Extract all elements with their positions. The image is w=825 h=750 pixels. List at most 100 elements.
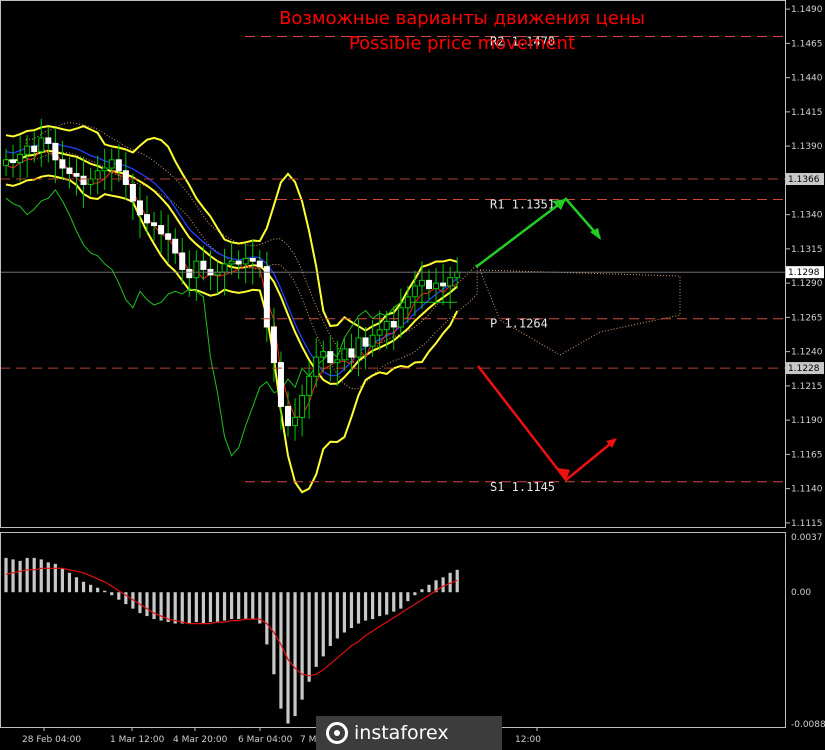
macd-bar bbox=[314, 592, 318, 667]
macd-bar bbox=[173, 592, 177, 624]
candle-body bbox=[348, 348, 355, 358]
level-label-R1: R1 1.1351 bbox=[490, 198, 555, 212]
macd-bar bbox=[103, 590, 107, 593]
candle-body bbox=[263, 266, 270, 328]
macd-bar bbox=[427, 584, 431, 593]
price-tag-label: 1.1228 bbox=[788, 364, 820, 374]
candle-body bbox=[411, 285, 418, 298]
forward-cloud bbox=[479, 269, 681, 356]
y-tick-label: 1.1340 bbox=[791, 211, 823, 221]
x-tick-label: 28 Feb 04:00 bbox=[22, 735, 81, 745]
macd-bar bbox=[215, 592, 220, 623]
candle-body bbox=[129, 183, 136, 202]
candle-body bbox=[115, 159, 122, 172]
candle-body bbox=[52, 142, 59, 161]
axes: 1.14901.14651.14401.14151.13901.13651.13… bbox=[0, 0, 824, 745]
y-tick-label: 1.1490 bbox=[791, 5, 823, 15]
candle-body bbox=[355, 337, 362, 358]
candle-body bbox=[200, 260, 207, 270]
candles bbox=[3, 118, 461, 441]
pivot-levels: R2 1.1470R1 1.1351P 1.1264S1 1.1145 bbox=[0, 35, 785, 494]
macd-bar bbox=[356, 592, 361, 624]
candle-body bbox=[38, 137, 45, 153]
candle-body bbox=[172, 238, 179, 254]
macd-bar bbox=[441, 577, 445, 593]
candle-body bbox=[404, 296, 411, 309]
candle-body bbox=[136, 200, 143, 216]
candle-body bbox=[87, 178, 94, 185]
level-label-S1: S1 1.1145 bbox=[490, 480, 555, 494]
candle-body bbox=[285, 405, 291, 427]
indicator-lines bbox=[5, 125, 459, 494]
macd-bar bbox=[413, 592, 417, 596]
macd-frame bbox=[0, 532, 786, 728]
macd-bar bbox=[385, 592, 389, 615]
forecast-arrows bbox=[475, 197, 617, 482]
macd-bar bbox=[392, 592, 396, 612]
macd-bar bbox=[18, 560, 22, 593]
macd-bar bbox=[230, 592, 234, 620]
title-en: Possible price movement bbox=[348, 33, 576, 54]
macd-bar bbox=[32, 557, 36, 593]
candle-body bbox=[235, 260, 242, 265]
candle-body bbox=[24, 145, 31, 155]
candle-body bbox=[45, 137, 52, 144]
macd-bar bbox=[25, 557, 29, 593]
macd-bar bbox=[208, 592, 213, 623]
candle-body bbox=[369, 334, 376, 347]
candle-body bbox=[214, 271, 221, 276]
macd-bar bbox=[293, 592, 297, 717]
candle-body bbox=[186, 268, 193, 279]
macd-bar bbox=[244, 592, 248, 620]
candle-body bbox=[59, 159, 66, 169]
candle-body bbox=[292, 416, 299, 427]
candle-body bbox=[108, 159, 115, 169]
macd-bar bbox=[152, 592, 156, 620]
macd-signal-line bbox=[5, 567, 458, 677]
macd-bar bbox=[222, 592, 227, 621]
candle-body bbox=[151, 222, 158, 227]
chart-canvas: R2 1.1470R1 1.1351P 1.1264S1 1.1145 0.00… bbox=[0, 0, 825, 745]
macd-bar bbox=[321, 592, 325, 657]
macd-bar bbox=[46, 562, 50, 593]
candle-body bbox=[101, 167, 108, 172]
candle-body bbox=[390, 320, 397, 328]
y-tick-label: 1.1140 bbox=[791, 485, 823, 495]
price-tag-label: 1.1298 bbox=[788, 268, 820, 278]
macd-bar bbox=[349, 592, 354, 629]
candle-body bbox=[440, 282, 447, 287]
macd-bar bbox=[39, 559, 43, 593]
macd-bar bbox=[371, 592, 375, 620]
candle-body bbox=[249, 257, 256, 262]
macd-bar bbox=[420, 589, 424, 593]
y-tick-label: 1.1390 bbox=[791, 142, 823, 152]
macd-bar bbox=[342, 592, 346, 633]
y-tick-label: 1.1465 bbox=[791, 39, 823, 49]
macd-bar bbox=[81, 581, 86, 593]
macd-bar bbox=[89, 584, 93, 593]
x-tick-label: 12:00 bbox=[515, 735, 541, 745]
candle-body bbox=[313, 356, 320, 377]
candle-body bbox=[397, 307, 404, 328]
macd-bar bbox=[145, 592, 149, 617]
macd-bar bbox=[279, 592, 283, 709]
candle-body bbox=[193, 260, 200, 279]
macd-panel: 0.0037 0.00 -0.00883 bbox=[4, 533, 825, 730]
candle-body bbox=[299, 394, 306, 418]
y-tick-label: 1.1290 bbox=[791, 279, 823, 289]
macd-bar bbox=[335, 592, 339, 639]
macd-bar bbox=[11, 559, 15, 593]
y-tick-label: 1.1240 bbox=[791, 348, 823, 358]
candle-body bbox=[418, 279, 425, 287]
macd-tick-label: 0.0037 bbox=[791, 533, 823, 543]
macd-bar bbox=[201, 592, 205, 624]
macd-bar bbox=[166, 592, 170, 623]
candle-body bbox=[242, 257, 249, 265]
candle-body bbox=[270, 326, 277, 364]
y-tick-label: 1.1165 bbox=[791, 450, 823, 460]
y-tick-label: 1.1215 bbox=[791, 382, 823, 392]
macd-bar bbox=[110, 592, 114, 596]
candle-body bbox=[31, 145, 38, 153]
candle-body bbox=[454, 271, 461, 279]
macd-bar bbox=[363, 592, 368, 621]
